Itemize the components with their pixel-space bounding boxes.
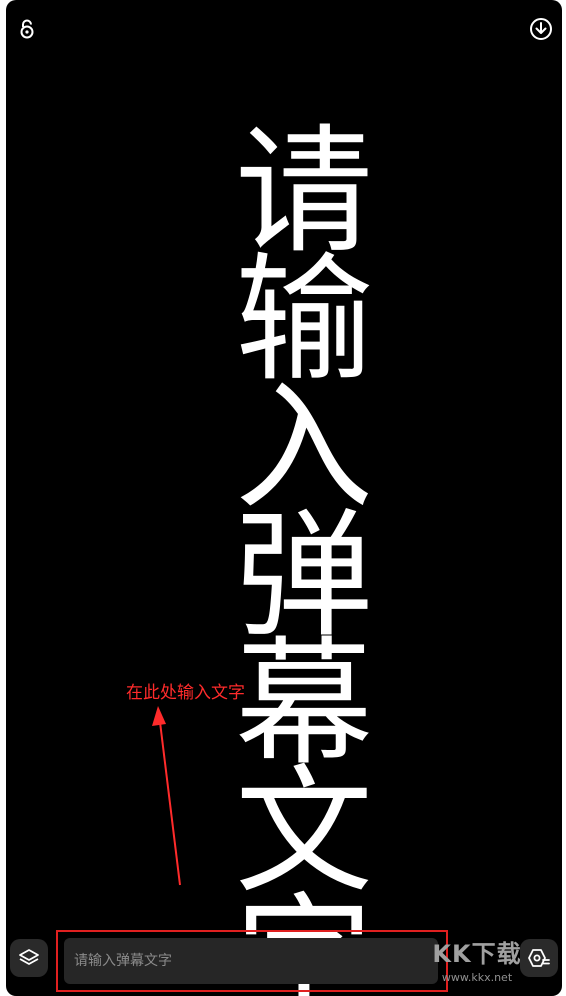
bottom-toolbar: KK下载 www.kkx.net [6,930,562,996]
unlock-icon[interactable] [14,16,40,42]
layers-icon [19,949,39,965]
danmu-screen: 请输入弹幕文字 在此处输入文字 KK下载 www.kkx.net [6,0,562,996]
settings-icon [528,949,550,967]
watermark-url: www.kkx.net [441,971,513,984]
danmu-scrolling-text: 请输入弹幕文字 [211,118,372,996]
annotation-label: 在此处输入文字 [126,683,245,703]
layers-button[interactable] [10,939,48,977]
settings-button[interactable] [520,939,558,977]
watermark-logo: KK下载 [432,940,522,968]
input-highlight-box [56,930,448,992]
watermark: KK下载 www.kkx.net [432,934,522,992]
download-icon[interactable] [528,16,554,42]
danmu-text-input[interactable] [64,938,438,984]
